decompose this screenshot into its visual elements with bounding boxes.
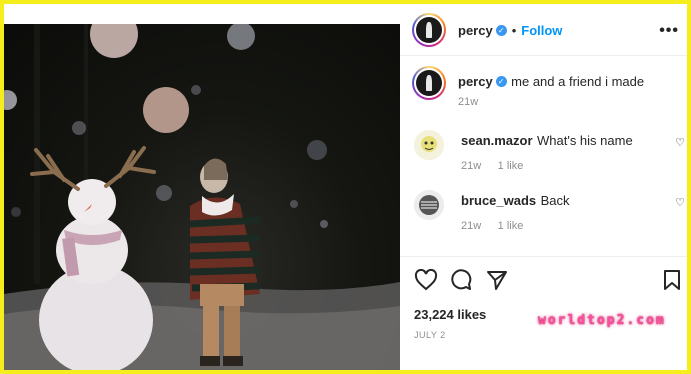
post-photo[interactable] (4, 24, 400, 370)
comment-line: sean.mazor What's his name (461, 132, 633, 150)
comment-likes[interactable]: 1 like (498, 220, 524, 232)
comment-meta: 21w 1 like (461, 216, 523, 234)
post-date[interactable]: JULY 2 (414, 330, 446, 340)
comment-text: What's his name (537, 133, 633, 148)
comment-avatar[interactable] (414, 190, 444, 220)
separator-dot: • (511, 23, 517, 38)
post-actions: 23,224 likes JULY 2 worldtop2.com (400, 256, 687, 370)
comment-like-heart-icon[interactable]: ♡ (675, 136, 685, 149)
comment-age[interactable]: 21w (461, 220, 481, 232)
author-avatar[interactable] (412, 13, 446, 47)
caption-age[interactable]: 21w (458, 96, 478, 108)
caption-text-line: percy ✓ me and a friend i made (458, 73, 644, 91)
share-icon[interactable] (486, 269, 508, 291)
caption-text: me and a friend i made (511, 74, 645, 89)
comment-meta: 21w 1 like (461, 156, 523, 174)
watermark: worldtop2.com (538, 313, 666, 328)
comment-like-heart-icon[interactable]: ♡ (675, 196, 685, 209)
comment-age[interactable]: 21w (461, 160, 481, 172)
comment-text: Back (540, 193, 570, 208)
comment-likes[interactable]: 1 like (498, 160, 524, 172)
bookmark-icon[interactable] (663, 269, 681, 291)
likes-count[interactable]: 23,224 likes (414, 307, 486, 322)
verified-badge-icon: ✓ (495, 76, 507, 88)
more-options-icon[interactable]: ••• (659, 22, 679, 40)
comment-line: bruce_wads Back (461, 192, 570, 210)
comment-username[interactable]: sean.mazor (461, 133, 533, 148)
caption-avatar[interactable] (412, 66, 446, 100)
post-sidebar: percy ✓ • Follow ••• percy ✓ me and a friend… (400, 4, 687, 370)
author-username[interactable]: percy (458, 23, 493, 38)
post-header: percy ✓ • Follow ••• (400, 4, 687, 56)
comment-icon[interactable] (450, 269, 472, 291)
heart-icon[interactable] (414, 269, 438, 291)
comment-avatar[interactable] (414, 130, 444, 160)
follow-button[interactable]: Follow (521, 23, 562, 38)
comment-username[interactable]: bruce_wads (461, 193, 536, 208)
screenshot-frame: percy ✓ • Follow ••• percy ✓ me and a friend… (0, 0, 691, 374)
verified-badge-icon: ✓ (495, 25, 507, 37)
photo-illustration (4, 24, 400, 370)
header-user-line: percy ✓ • Follow (458, 22, 562, 40)
caption-username[interactable]: percy (458, 74, 493, 89)
